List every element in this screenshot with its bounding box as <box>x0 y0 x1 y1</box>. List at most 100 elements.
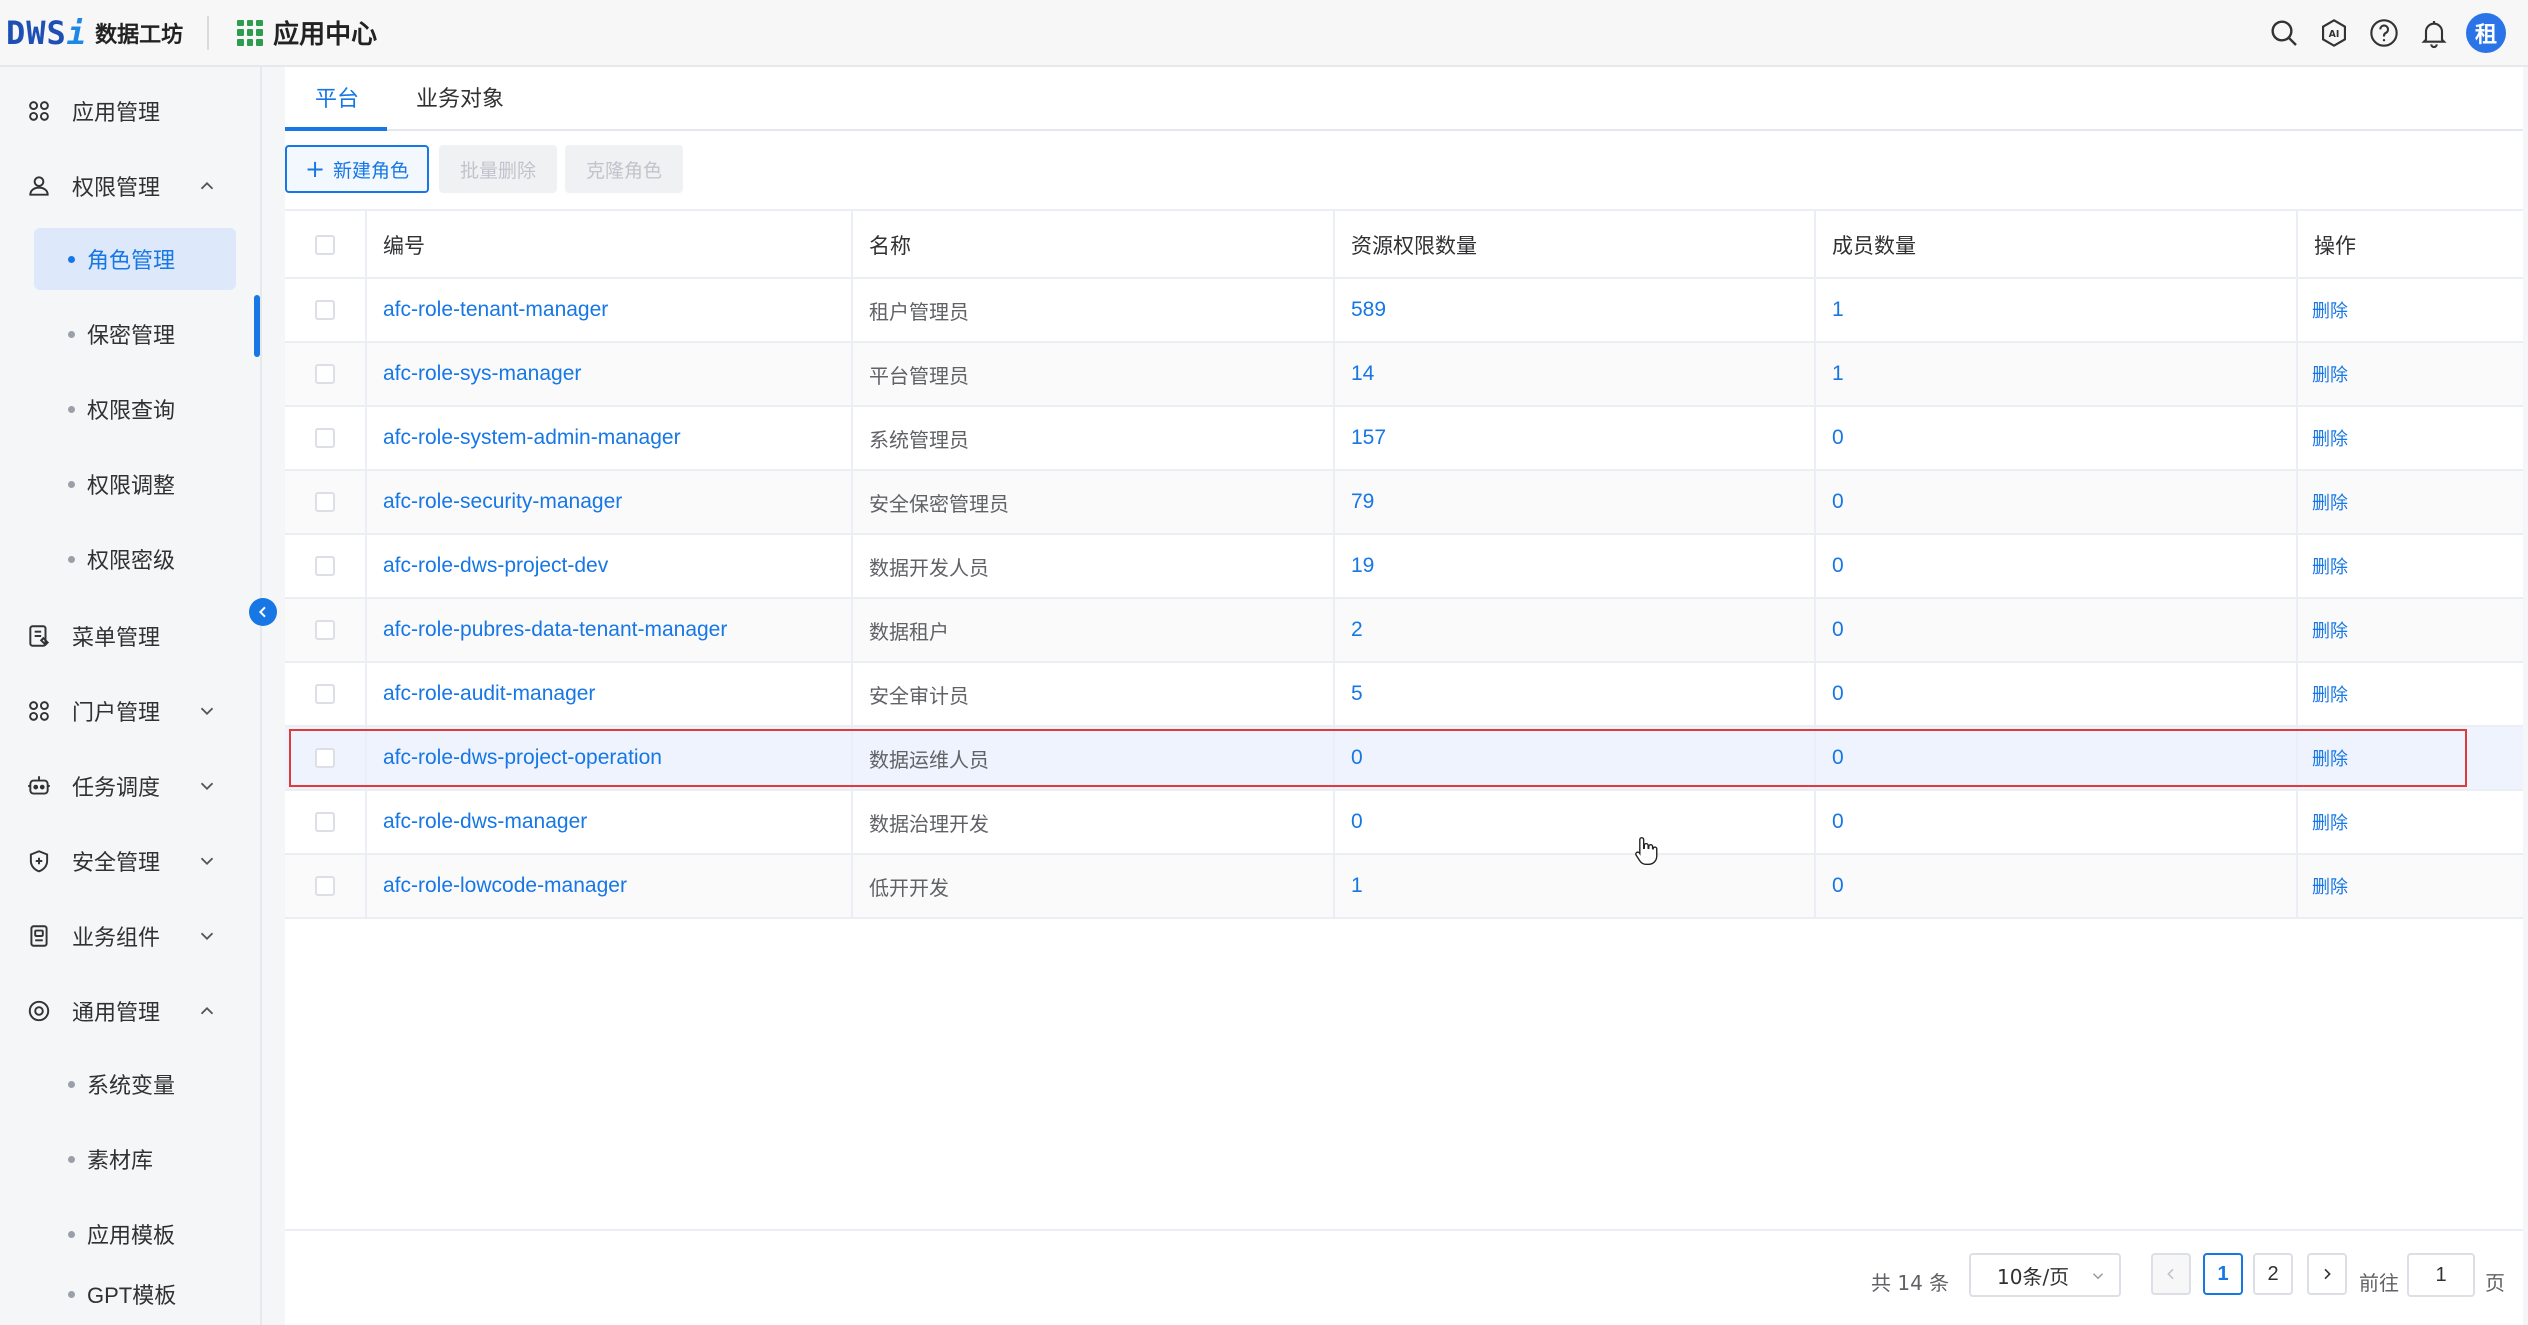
table-row[interactable]: afc-role-dws-project-operation 数据运维人员 0 0 删除 <box>285 727 2523 791</box>
bell-icon[interactable] <box>2412 11 2456 55</box>
sidebar-sub-material-library[interactable]: 素材库 <box>34 1128 236 1190</box>
delete-link[interactable]: 删除 <box>2312 425 2348 451</box>
member-count-link[interactable]: 1 <box>1832 298 1844 322</box>
page-2-button[interactable]: 2 <box>2253 1253 2293 1295</box>
row-checkbox[interactable] <box>315 876 335 896</box>
member-count-link[interactable]: 0 <box>1832 618 1844 642</box>
sidebar-item-business-components[interactable]: 业务组件 <box>0 908 260 964</box>
page-size-select[interactable]: 10条/页 <box>1969 1253 2121 1297</box>
delete-link[interactable]: 删除 <box>2312 297 2348 323</box>
table-row[interactable]: afc-role-pubres-data-tenant-manager 数据租户 2… <box>285 599 2523 663</box>
delete-link[interactable]: 删除 <box>2312 809 2348 835</box>
table-row[interactable]: afc-role-dws-manager 数据治理开发 0 0 删除 <box>285 791 2523 855</box>
clone-role-button[interactable]: 克隆角色 <box>565 145 683 193</box>
sidebar-item-portal-management[interactable]: 门户管理 <box>0 683 260 739</box>
role-code-link[interactable]: afc-role-dws-project-dev <box>383 554 608 578</box>
sidebar-sub-app-templates[interactable]: 应用模板 <box>34 1203 236 1265</box>
resource-count-link[interactable]: 14 <box>1351 362 1374 386</box>
resource-count-link[interactable]: 19 <box>1351 554 1374 578</box>
sidebar-sub-role-management[interactable]: 角色管理 <box>34 228 236 290</box>
member-count-link[interactable]: 1 <box>1832 362 1844 386</box>
resource-count-link[interactable]: 79 <box>1351 490 1374 514</box>
role-code-link[interactable]: afc-role-tenant-manager <box>383 298 608 322</box>
ai-icon[interactable]: AI <box>2312 11 2356 55</box>
table-row[interactable]: afc-role-system-admin-manager 系统管理员 157 0 删除 <box>285 407 2523 471</box>
table-row[interactable]: afc-role-dws-project-dev 数据开发人员 19 0 删除 <box>285 535 2523 599</box>
table-row[interactable]: afc-role-lowcode-manager 低开开发 1 0 删除 <box>285 855 2523 919</box>
row-checkbox[interactable] <box>315 620 335 640</box>
new-role-button[interactable]: + 新建角色 <box>285 145 429 193</box>
app-center[interactable]: 应用中心 <box>237 14 377 51</box>
sidebar-item-app-management[interactable]: 应用管理 <box>0 83 260 139</box>
column-header-name[interactable]: 名称 <box>853 211 1335 279</box>
delete-link[interactable]: 删除 <box>2312 361 2348 387</box>
resource-count-link[interactable]: 589 <box>1351 298 1386 322</box>
delete-link[interactable]: 删除 <box>2312 873 2348 899</box>
member-count-link[interactable]: 0 <box>1832 682 1844 706</box>
resource-count-link[interactable]: 0 <box>1351 810 1363 834</box>
prev-page-button[interactable] <box>2151 1253 2191 1295</box>
row-checkbox[interactable] <box>315 300 335 320</box>
delete-link[interactable]: 删除 <box>2312 617 2348 643</box>
member-count-link[interactable]: 0 <box>1832 810 1844 834</box>
delete-link[interactable]: 删除 <box>2312 553 2348 579</box>
role-code-link[interactable]: afc-role-audit-manager <box>383 682 595 706</box>
brand[interactable]: DWSi 数据工坊 <box>6 0 183 66</box>
tab-business-objects[interactable]: 业务对象 <box>416 81 504 113</box>
sidebar-sub-permission-query[interactable]: 权限查询 <box>34 378 236 440</box>
column-header-code[interactable]: 编号 <box>367 211 853 279</box>
role-code-link[interactable]: afc-role-system-admin-manager <box>383 426 681 450</box>
row-checkbox[interactable] <box>315 492 335 512</box>
column-header-resources[interactable]: 资源权限数量 <box>1335 211 1816 279</box>
sidebar-item-security-management[interactable]: 安全管理 <box>0 833 260 889</box>
page-1-button[interactable]: 1 <box>2203 1253 2243 1295</box>
resource-count-link[interactable]: 5 <box>1351 682 1363 706</box>
sidebar-sub-permission-adjust[interactable]: 权限调整 <box>34 453 236 515</box>
table-row[interactable]: afc-role-audit-manager 安全审计员 5 0 删除 <box>285 663 2523 727</box>
sidebar-sub-gpt-templates[interactable]: GPT模板 <box>34 1263 236 1325</box>
sidebar-sub-system-variables[interactable]: 系统变量 <box>34 1053 236 1115</box>
table-row[interactable]: afc-role-security-manager 安全保密管理员 79 0 删除 <box>285 471 2523 535</box>
help-icon[interactable] <box>2362 11 2406 55</box>
sidebar-collapse-button[interactable] <box>249 598 277 626</box>
select-all-checkbox[interactable] <box>315 235 335 255</box>
sidebar-item-permission-management[interactable]: 权限管理 <box>0 158 260 214</box>
member-count-link[interactable]: 0 <box>1832 874 1844 898</box>
column-header-members[interactable]: 成员数量 <box>1816 211 2298 279</box>
tab-platform[interactable]: 平台 <box>315 81 359 113</box>
table-row[interactable]: afc-role-sys-manager 平台管理员 14 1 删除 <box>285 343 2523 407</box>
row-checkbox[interactable] <box>315 684 335 704</box>
row-checkbox[interactable] <box>315 812 335 832</box>
delete-link[interactable]: 删除 <box>2312 745 2348 771</box>
row-checkbox[interactable] <box>315 556 335 576</box>
role-code-link[interactable]: afc-role-pubres-data-tenant-manager <box>383 618 727 642</box>
role-code-link[interactable]: afc-role-lowcode-manager <box>383 874 627 898</box>
role-code-link[interactable]: afc-role-sys-manager <box>383 362 581 386</box>
sidebar-item-general-management[interactable]: 通用管理 <box>0 983 260 1039</box>
resource-count-link[interactable]: 2 <box>1351 618 1363 642</box>
resource-count-link[interactable]: 1 <box>1351 874 1363 898</box>
avatar[interactable]: 租 <box>2466 12 2506 53</box>
resource-count-link[interactable]: 0 <box>1351 746 1363 770</box>
role-code-link[interactable]: afc-role-dws-project-operation <box>383 746 662 770</box>
delete-link[interactable]: 删除 <box>2312 489 2348 515</box>
sidebar-sub-permission-level[interactable]: 权限密级 <box>34 528 236 590</box>
row-checkbox[interactable] <box>315 428 335 448</box>
row-checkbox[interactable] <box>315 364 335 384</box>
role-code-link[interactable]: afc-role-security-manager <box>383 490 622 514</box>
member-count-link[interactable]: 0 <box>1832 554 1844 578</box>
sidebar-item-task-scheduling[interactable]: 任务调度 <box>0 758 260 814</box>
delete-link[interactable]: 删除 <box>2312 681 2348 707</box>
member-count-link[interactable]: 0 <box>1832 746 1844 770</box>
member-count-link[interactable]: 0 <box>1832 490 1844 514</box>
goto-page-input[interactable] <box>2407 1253 2475 1297</box>
resource-count-link[interactable]: 157 <box>1351 426 1386 450</box>
member-count-link[interactable]: 0 <box>1832 426 1844 450</box>
row-checkbox[interactable] <box>315 748 335 768</box>
next-page-button[interactable] <box>2307 1253 2347 1295</box>
sidebar-sub-secrecy-management[interactable]: 保密管理 <box>34 303 236 365</box>
sidebar-item-menu-management[interactable]: 菜单管理 <box>0 608 260 664</box>
search-icon[interactable] <box>2262 11 2306 55</box>
role-code-link[interactable]: afc-role-dws-manager <box>383 810 587 834</box>
batch-delete-button[interactable]: 批量删除 <box>439 145 557 193</box>
